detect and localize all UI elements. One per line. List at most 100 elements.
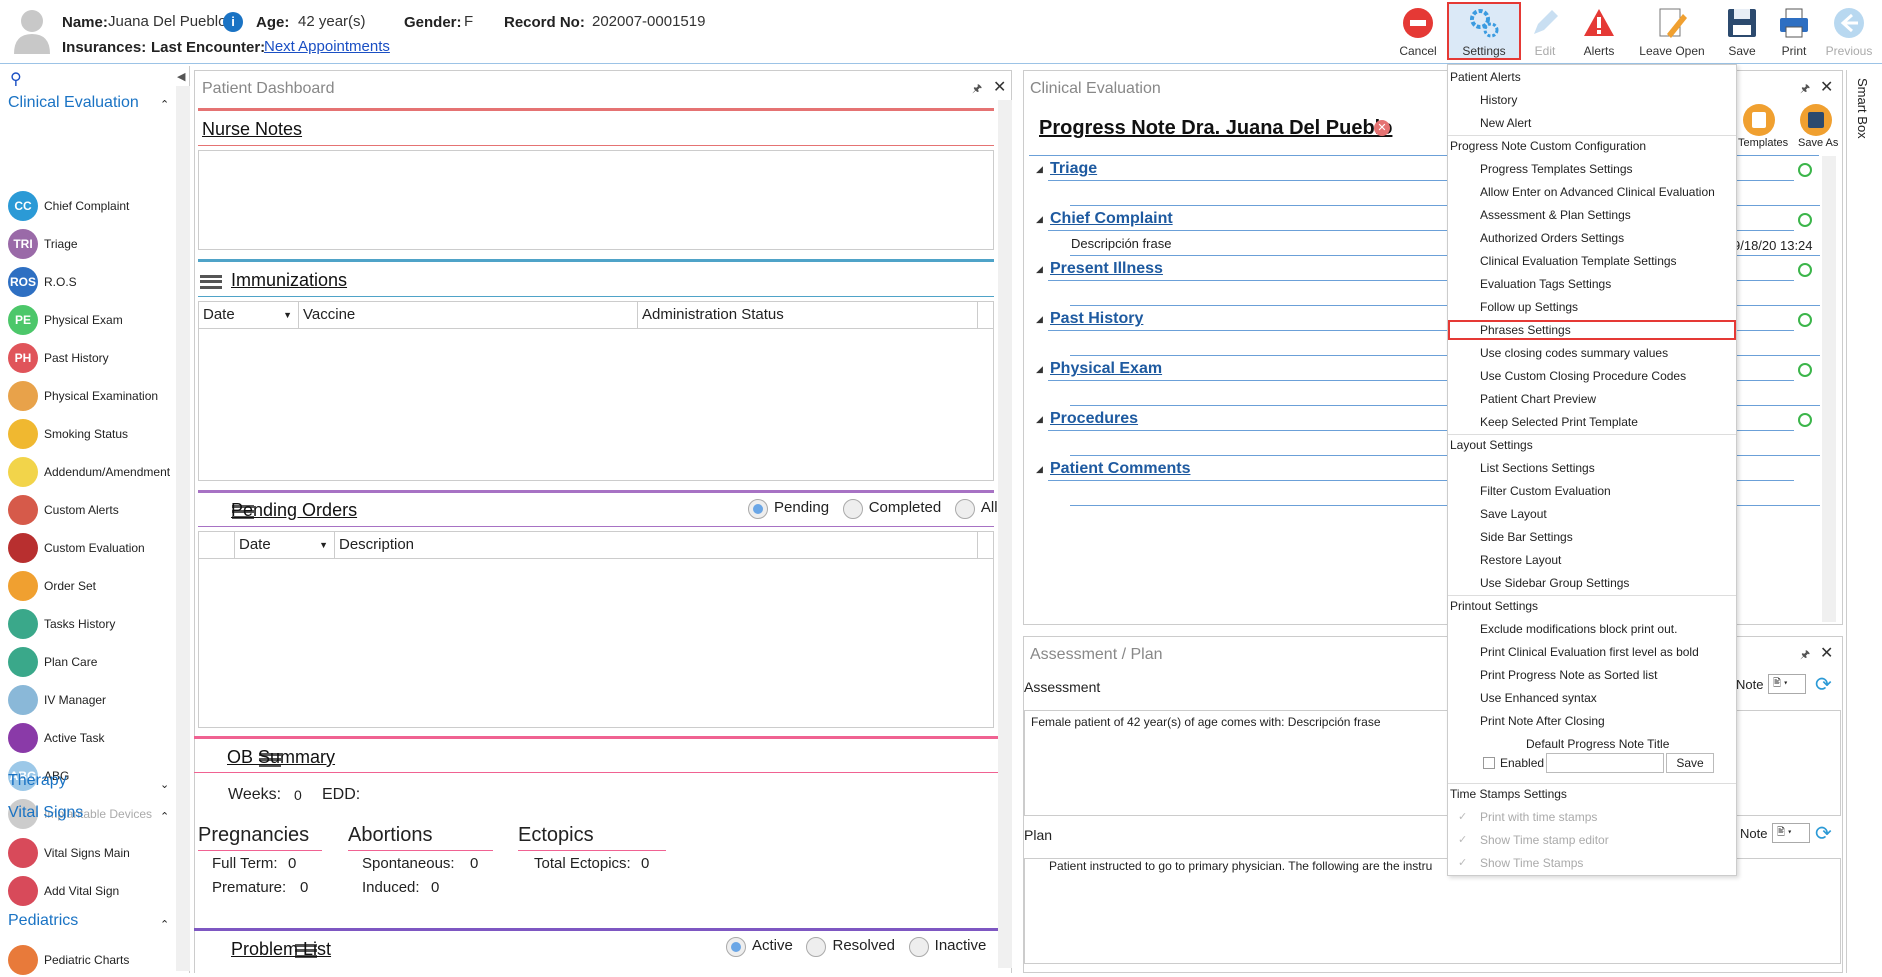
column-date[interactable]: Date ▼	[199, 302, 299, 328]
expand-triangle-icon[interactable]: ◢	[1036, 164, 1043, 175]
sidebar-item[interactable]: Addendum/Amendment	[8, 455, 178, 489]
menu-item-ts-0[interactable]: Print with time stamps	[1480, 810, 1597, 824]
menu-item-pn-8[interactable]: Use closing codes summary values	[1480, 346, 1668, 360]
alarm-clock-icon[interactable]	[1798, 213, 1812, 227]
menu-item-layout-5[interactable]: Use Sidebar Group Settings	[1480, 576, 1629, 590]
refresh-icon[interactable]: ⟳	[1815, 672, 1832, 697]
save-as-label[interactable]: Save As	[1798, 137, 1838, 149]
sidebar-item[interactable]: ROS R.O.S	[8, 265, 178, 299]
menu-item-pn-4[interactable]: Clinical Evaluation Template Settings	[1480, 254, 1677, 268]
nurse-notes-textarea[interactable]	[198, 150, 994, 250]
section-header[interactable]: Triage	[1050, 160, 1097, 178]
column-administration-status[interactable]: Administration Status	[638, 302, 978, 328]
menu-item-ts-1[interactable]: Show Time stamp editor	[1480, 833, 1609, 847]
alarm-clock-icon[interactable]	[1798, 263, 1812, 277]
menu-item-printout-1[interactable]: Print Clinical Evaluation first level as…	[1480, 645, 1699, 659]
section-header[interactable]: Past History	[1050, 310, 1143, 328]
remove-icon[interactable]: ✕	[1374, 120, 1390, 136]
leave-open-button[interactable]: Leave Open	[1634, 4, 1710, 60]
column-date[interactable]: Date ▼	[235, 532, 335, 558]
group-therapy[interactable]: Therapy	[8, 772, 67, 790]
sidebar-item[interactable]: PH Past History	[8, 341, 178, 375]
previous-button[interactable]: Previous	[1822, 4, 1876, 60]
expand-triangle-icon[interactable]: ◢	[1036, 214, 1043, 225]
column-description[interactable]: Description	[335, 532, 978, 558]
expand-triangle-icon[interactable]: ◢	[1036, 414, 1043, 425]
section-header[interactable]: Physical Exam	[1050, 360, 1162, 378]
sidebar-item[interactable]: PE Physical Exam	[8, 303, 178, 337]
settings-button[interactable]: Settings	[1447, 2, 1521, 60]
sidebar-item[interactable]: Custom Alerts	[8, 493, 178, 527]
chevron-up-icon[interactable]: ⌃	[160, 918, 169, 931]
radio-resolved[interactable]	[806, 937, 827, 957]
menu-item-history[interactable]: History	[1480, 93, 1517, 107]
section-header[interactable]: Chief Complaint	[1050, 210, 1173, 228]
sidebar-item[interactable]: Add Vital Sign	[8, 874, 178, 908]
menu-item-printout-3[interactable]: Use Enhanced syntax	[1480, 691, 1597, 705]
cancel-button[interactable]: Cancel	[1396, 4, 1440, 60]
dashboard-scrollbar[interactable]	[998, 100, 1012, 968]
sidebar-item[interactable]: Order Set	[8, 569, 178, 603]
expand-triangle-icon[interactable]: ◢	[1036, 314, 1043, 325]
info-icon[interactable]: i	[223, 12, 243, 32]
collapse-sidebar-icon[interactable]: ◀	[177, 70, 185, 83]
radio-completed[interactable]	[842, 499, 863, 519]
menu-item-pn-2[interactable]: Assessment & Plan Settings	[1480, 208, 1631, 222]
pin-icon[interactable]: 🖈	[1800, 80, 1810, 99]
sidebar-item[interactable]: CC Chief Complaint	[8, 189, 178, 223]
radio-all[interactable]	[954, 499, 975, 519]
section-header[interactable]: Present Illness	[1050, 260, 1163, 278]
sidebar-item[interactable]: IV Manager	[8, 683, 178, 717]
smart-box-tab[interactable]: Smart Box	[1846, 70, 1882, 973]
sidebar-item[interactable]: Pediatric Charts	[8, 943, 178, 977]
radio-active[interactable]	[726, 937, 746, 957]
enabled-checkbox[interactable]	[1483, 757, 1495, 769]
expand-triangle-icon[interactable]: ◢	[1036, 364, 1043, 375]
refresh-icon[interactable]: ⟳	[1815, 821, 1832, 846]
expand-triangle-icon[interactable]: ◢	[1036, 264, 1043, 275]
alerts-button[interactable]: Alerts	[1575, 4, 1623, 60]
save-button[interactable]: Save	[1722, 4, 1762, 60]
close-icon[interactable]: ✕	[993, 77, 1006, 97]
menu-item-pn-11[interactable]: Keep Selected Print Template	[1480, 415, 1638, 429]
section-header[interactable]: Procedures	[1050, 410, 1138, 428]
chief-complaint-phrase[interactable]: Descripción frase	[1071, 236, 1171, 251]
group-vital-signs[interactable]: Vital Signs	[8, 804, 83, 822]
templates-icon[interactable]	[1743, 104, 1775, 136]
section-header[interactable]: Patient Comments	[1050, 460, 1190, 478]
close-icon[interactable]: ✕	[1820, 643, 1833, 663]
alarm-clock-icon[interactable]	[1798, 413, 1812, 427]
menu-item-pn-3[interactable]: Authorized Orders Settings	[1480, 231, 1624, 245]
menu-icon[interactable]	[200, 274, 222, 289]
radio-inactive[interactable]	[908, 937, 929, 957]
menu-item-layout-2[interactable]: Save Layout	[1480, 507, 1547, 521]
menu-item-printout-0[interactable]: Exclude modifications block print out.	[1480, 622, 1677, 636]
menu-item-layout-3[interactable]: Side Bar Settings	[1480, 530, 1573, 544]
menu-item-layout-0[interactable]: List Sections Settings	[1480, 461, 1595, 475]
menu-item-pn-7[interactable]: Phrases Settings	[1480, 323, 1571, 337]
default-title-save-button[interactable]: Save	[1666, 753, 1714, 773]
clinical-scrollbar[interactable]	[1822, 156, 1836, 622]
menu-item-printout-2[interactable]: Print Progress Note as Sorted list	[1480, 668, 1657, 682]
sidebar-item[interactable]: Active Task	[8, 721, 178, 755]
column-vaccine[interactable]: Vaccine	[299, 302, 638, 328]
menu-item-ts-2[interactable]: Show Time Stamps	[1480, 856, 1583, 870]
menu-item-printout-4[interactable]: Print Note After Closing	[1480, 714, 1605, 728]
radio-pending[interactable]	[748, 499, 768, 519]
pin-icon[interactable]: 🖈	[972, 80, 982, 99]
search-icon[interactable]: ⚲	[10, 69, 22, 89]
expand-triangle-icon[interactable]: ◢	[1036, 464, 1043, 475]
menu-item-pn-1[interactable]: Allow Enter on Advanced Clinical Evaluat…	[1480, 185, 1715, 199]
close-icon[interactable]: ✕	[1820, 77, 1833, 97]
edit-button[interactable]: Edit	[1523, 4, 1567, 60]
print-button[interactable]: Print	[1773, 4, 1815, 60]
templates-label[interactable]: Templates	[1738, 137, 1788, 149]
alarm-clock-icon[interactable]	[1798, 163, 1812, 177]
next-appointments-link[interactable]: Next Appointments	[264, 38, 390, 55]
chevron-down-icon[interactable]: ⌄	[160, 778, 169, 791]
save-as-icon[interactable]	[1800, 104, 1832, 136]
sidebar-item[interactable]: TRI Triage	[8, 227, 178, 261]
menu-item-pn-0[interactable]: Progress Templates Settings	[1480, 162, 1633, 176]
group-clinical-evaluation[interactable]: Clinical Evaluation	[8, 94, 139, 112]
menu-item-new-alert[interactable]: New Alert	[1480, 116, 1531, 130]
